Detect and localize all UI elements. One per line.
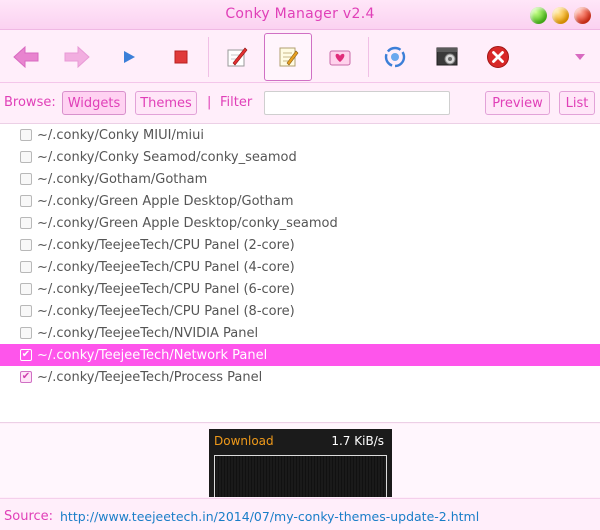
list-item[interactable]: ~/.conky/TeejeeTech/CPU Panel (8-core)	[0, 300, 600, 322]
list-item-path: ~/.conky/Conky MIUI/miui	[37, 127, 204, 143]
dropdown-arrow-icon	[575, 54, 585, 60]
settings-window-icon	[436, 47, 458, 66]
preview-download-rate: 1.7 KiB/s	[331, 434, 384, 448]
red-x-icon	[487, 46, 509, 68]
browse-label: Browse:	[4, 95, 56, 110]
list-item[interactable]: ~/.conky/TeejeeTech/NVIDIA Panel	[0, 322, 600, 344]
list-toggle-button[interactable]: List	[559, 91, 595, 115]
arrow-right-icon	[64, 46, 90, 68]
title-bar: Conky Manager v2.4	[0, 0, 600, 30]
list-item-checkbox[interactable]	[20, 327, 32, 339]
list-item-checkbox[interactable]	[20, 129, 32, 141]
preview-toggle-button[interactable]: Preview	[485, 91, 550, 115]
list-item-checkbox[interactable]	[20, 151, 32, 163]
list-item-path: ~/.conky/TeejeeTech/Process Panel	[37, 369, 263, 385]
list-item-path: ~/.conky/TeejeeTech/CPU Panel (6-core)	[37, 281, 295, 297]
widget-preview: Download 1.7 KiB/s	[209, 429, 392, 497]
arrow-left-icon	[13, 46, 39, 68]
browse-separator: |	[207, 95, 212, 110]
list-item-checkbox[interactable]	[20, 239, 32, 251]
close-button[interactable]	[474, 33, 522, 81]
refresh-icon	[384, 46, 406, 68]
next-button[interactable]	[53, 33, 101, 81]
list-item-path: ~/.conky/TeejeeTech/CPU Panel (4-core)	[37, 259, 295, 275]
edit-pencil-icon	[227, 47, 248, 67]
maximize-button[interactable]	[530, 7, 547, 24]
list-item-path: ~/.conky/Gotham/Gotham	[37, 171, 208, 187]
list-item[interactable]: ~/.conky/Conky Seamod/conky_seamod	[0, 146, 600, 168]
list-item[interactable]: ~/.conky/Conky MIUI/miui	[0, 124, 600, 146]
widget-list: ~/.conky/Conky MIUI/miui ~/.conky/Conky S…	[0, 123, 600, 423]
list-item-checkbox[interactable]: ✔	[20, 371, 32, 383]
filter-input[interactable]	[264, 91, 450, 115]
list-item-path: ~/.conky/Conky Seamod/conky_seamod	[37, 149, 297, 165]
source-bar: Source: http://www.teejeetech.in/2014/07…	[0, 498, 600, 530]
list-item[interactable]: ~/.conky/Green Apple Desktop/Gotham	[0, 190, 600, 212]
list-item-checkbox[interactable]	[20, 305, 32, 317]
edit-widget-button[interactable]	[213, 33, 261, 81]
themes-toggle-button[interactable]: Themes	[135, 91, 197, 115]
list-item[interactable]: ✔ ~/.conky/TeejeeTech/Process Panel	[0, 366, 600, 388]
open-notes-button[interactable]	[264, 33, 312, 81]
source-label: Source:	[4, 509, 54, 524]
widgets-toggle-button[interactable]: Widgets	[62, 91, 126, 115]
refresh-button[interactable]	[371, 33, 419, 81]
close-window-button[interactable]	[574, 7, 591, 24]
start-button[interactable]	[105, 33, 153, 81]
list-item-path: ~/.conky/TeejeeTech/CPU Panel (2-core)	[37, 237, 295, 253]
list-item[interactable]: ✔ ~/.conky/TeejeeTech/Network Panel	[0, 344, 600, 366]
stop-button[interactable]	[157, 33, 205, 81]
preview-graph	[214, 455, 387, 497]
more-menu-button[interactable]	[556, 33, 600, 81]
list-item[interactable]: ~/.conky/TeejeeTech/CPU Panel (6-core)	[0, 278, 600, 300]
list-item-path: ~/.conky/TeejeeTech/CPU Panel (8-core)	[37, 303, 295, 319]
list-item-path: ~/.conky/TeejeeTech/Network Panel	[37, 347, 268, 363]
list-item-checkbox[interactable]: ✔	[20, 349, 32, 361]
play-icon	[124, 51, 135, 63]
list-item[interactable]: ~/.conky/Green Apple Desktop/conky_seamo…	[0, 212, 600, 234]
filter-label: Filter	[220, 95, 253, 110]
window-title: Conky Manager v2.4	[225, 6, 375, 22]
settings-button[interactable]	[423, 33, 471, 81]
minimize-button[interactable]	[552, 7, 569, 24]
favorites-button[interactable]	[316, 33, 364, 81]
list-item-path: ~/.conky/TeejeeTech/NVIDIA Panel	[37, 325, 259, 341]
preview-download-label: Download	[214, 434, 274, 448]
toolbar-separator	[368, 37, 369, 77]
toolbar-separator	[208, 37, 209, 77]
list-item[interactable]: ~/.conky/Gotham/Gotham	[0, 168, 600, 190]
list-item-path: ~/.conky/Green Apple Desktop/conky_seamo…	[37, 215, 338, 231]
notepad-icon	[279, 47, 299, 67]
browse-bar: Browse: Widgets Themes | Filter Preview …	[0, 84, 600, 122]
list-item-checkbox[interactable]	[20, 173, 32, 185]
list-item-path: ~/.conky/Green Apple Desktop/Gotham	[37, 193, 294, 209]
stop-icon	[174, 50, 188, 64]
previous-button[interactable]	[2, 33, 50, 81]
toolbar	[0, 31, 600, 83]
list-item[interactable]: ~/.conky/TeejeeTech/CPU Panel (4-core)	[0, 256, 600, 278]
source-link[interactable]: http://www.teejeetech.in/2014/07/my-conk…	[60, 509, 479, 524]
list-item-checkbox[interactable]	[20, 283, 32, 295]
list-item-checkbox[interactable]	[20, 195, 32, 207]
heart-card-icon	[329, 50, 351, 66]
list-item-checkbox[interactable]	[20, 217, 32, 229]
list-item-checkbox[interactable]	[20, 261, 32, 273]
list-item[interactable]: ~/.conky/TeejeeTech/CPU Panel (2-core)	[0, 234, 600, 256]
